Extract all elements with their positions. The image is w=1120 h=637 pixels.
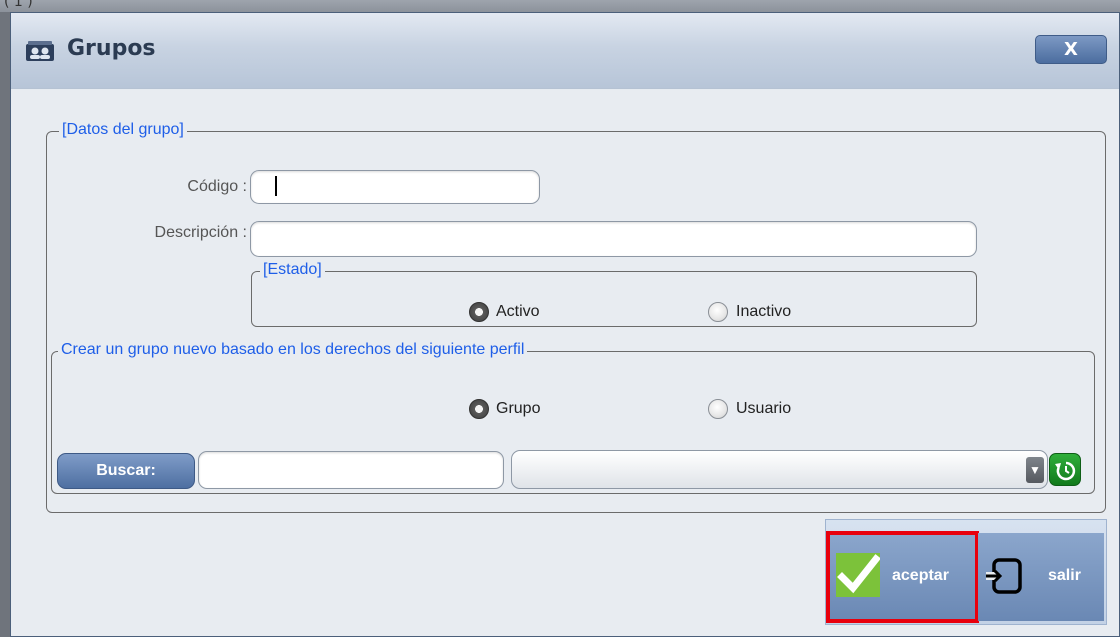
perfil-legend: Crear un grupo nuevo basado en los derec… (58, 341, 528, 359)
checkmark-icon (836, 553, 880, 597)
buscar-button[interactable]: Buscar: (57, 453, 195, 489)
salir-button[interactable]: salir (978, 533, 1104, 621)
refresh-button[interactable] (1049, 453, 1081, 486)
usuario-label[interactable]: Usuario (736, 400, 791, 418)
text-caret (275, 176, 277, 196)
usuario-radio[interactable] (708, 399, 728, 419)
close-button[interactable]: X (1035, 35, 1107, 64)
background-top-strip: ( 1 ) (0, 0, 1120, 12)
codigo-input[interactable] (250, 170, 540, 204)
groups-icon (26, 41, 54, 61)
chevron-down-icon[interactable]: ▼ (1026, 457, 1044, 483)
dialog-title: Grupos (67, 36, 156, 61)
activo-label[interactable]: Activo (496, 303, 540, 321)
estado-fieldset: [Estado] (251, 261, 977, 327)
background-text-fragment: ( 1 ) (4, 0, 33, 10)
codigo-label: Código : (187, 178, 247, 195)
exit-icon (986, 558, 1022, 594)
background-left-strip (0, 12, 10, 637)
activo-radio[interactable] (469, 302, 489, 322)
grupo-radio[interactable] (469, 399, 489, 419)
descripcion-label: Descripción : (154, 224, 247, 241)
perfil-select[interactable]: ▼ (511, 450, 1048, 489)
buscar-input[interactable] (198, 451, 504, 489)
inactivo-label[interactable]: Inactivo (736, 303, 791, 321)
grupos-dialog: Grupos X [Datos del grupo] Código : Desc… (10, 12, 1120, 637)
salir-label: salir (1048, 567, 1081, 584)
datos-del-grupo-legend: [Datos del grupo] (59, 121, 187, 139)
dialog-body: [Datos del grupo] Código : Descripción :… (11, 90, 1119, 636)
title-bar[interactable]: Grupos X (11, 13, 1119, 89)
estado-legend: [Estado] (260, 261, 325, 279)
inactivo-radio[interactable] (708, 302, 728, 322)
grupo-label[interactable]: Grupo (496, 400, 540, 418)
aceptar-label: aceptar (892, 567, 949, 584)
aceptar-button[interactable]: aceptar (828, 533, 978, 621)
refresh-icon (1055, 461, 1076, 481)
descripcion-input[interactable] (250, 221, 977, 257)
